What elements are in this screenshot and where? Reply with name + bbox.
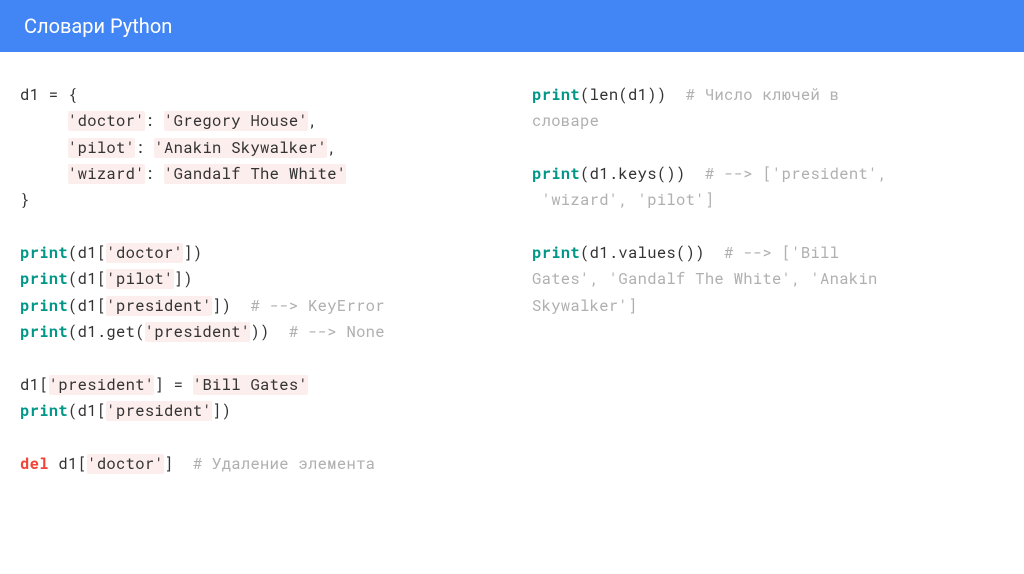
slide-body: d1 = { 'doctor': 'Gregory House', 'pilot… [0,52,1024,507]
code-left: d1 = { 'doctor': 'Gregory House', 'pilot… [20,82,492,477]
slide-header: Словари Python [0,0,1024,52]
slide-title: Словари Python [24,14,172,38]
code-right: print(len(d1)) # Число ключей в словаре … [532,82,1004,477]
